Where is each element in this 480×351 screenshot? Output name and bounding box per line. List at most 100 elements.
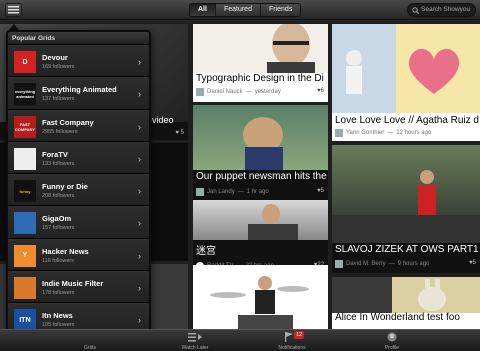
tab-label: Profile [384,345,400,351]
chevron-right-icon: › [138,89,141,100]
video-title: 迷宫 [196,246,216,257]
post-time: yesterday [254,89,281,95]
video-meta: Daniel Nauck — yesterday [196,88,281,96]
video-card[interactable]: Love Love Love // Agatha Ruiz d Yann Gon… [332,24,480,141]
popular-grid-item[interactable]: GigaOm 157 followers › [8,206,149,239]
follower-count: 178 followers [42,290,75,297]
segment-friends[interactable]: Friends [259,4,301,16]
popular-grid-item[interactable]: funny Funny or Die 208 followers › [8,174,149,207]
follower-count: 208 followers [42,193,75,200]
grid-name: ForaTV [42,149,68,159]
tab-label: Grids [84,345,96,351]
like-count: ♥5 [317,188,324,194]
chevron-right-icon: › [138,218,141,229]
follower-count: 133 followers [42,160,75,167]
post-time: 12 hours ago [396,130,432,136]
segment-featured[interactable]: Featured [214,4,260,16]
avatar [335,129,343,137]
filter-segmented-control: All Featured Friends [189,3,302,17]
watch-later-icon [188,333,202,342]
search-input[interactable]: Search Showyou [407,3,476,17]
indie-music-filter-logo-icon [14,277,36,300]
profile-icon [387,332,397,342]
everything-animated-logo-icon: everything animated [14,83,36,106]
author-name: Yann Gonthier [346,130,385,136]
popular-grid-item[interactable]: FAST COMPANY Fast Company 2955 followers › [8,109,149,142]
avatar [196,188,204,196]
follower-count: 105 followers [42,322,75,329]
post-time: 1 hr ago [246,189,269,195]
chevron-right-icon: › [138,121,141,132]
grid-name: Hacker News [42,246,89,256]
heart-thumbnail-icon [332,24,460,113]
notification-badge: 12 [294,331,305,339]
follower-count: 157 followers [42,225,75,232]
video-thumbnail [193,24,328,73]
video-thumbnail [193,200,328,240]
chevron-right-icon: › [138,57,141,67]
puppet-thumbnail-icon [243,117,283,170]
gigaom-logo-icon [14,212,36,235]
popular-grid-item[interactable]: everything animated Everything Animated 13… [8,77,149,110]
grid-name: Indie Music Filter [42,279,104,289]
top-bar: All Featured Friends Search Showyou [0,0,480,20]
video-card[interactable]: Alice In Wonderland test foo [332,277,480,329]
search-icon [412,7,419,14]
drummer-thumbnail-icon [210,276,309,329]
tab-label: Notifications [278,345,306,351]
grid-name: Devour [42,53,68,62]
grid-name: GigaOm [42,214,72,224]
list-icon [8,6,19,14]
video-thumbnail [332,145,480,243]
follower-count: 169 followers [42,64,75,70]
grid-name: Fast Company [42,117,94,127]
author-name: Daniel Nauck [207,89,243,95]
video-card[interactable]: Typographic Design in the Di Daniel Nauc… [193,24,328,102]
grid-menu-button[interactable] [5,3,22,17]
foratv-logo-icon [14,147,36,170]
video-card[interactable] [193,265,328,329]
chevron-right-icon: › [138,250,141,261]
avatar [335,260,343,268]
search-placeholder: Search Showyou [421,6,471,13]
person-thumbnail-icon [267,24,315,73]
like-count: ♥5 [469,260,476,266]
tab-watch-later[interactable]: Watch Later [165,330,225,351]
segment-all[interactable]: All [190,4,215,16]
video-card[interactable]: Our puppet newsman hits the Jan Landy — … [193,105,328,259]
like-count: ♥ 5 [175,130,184,136]
video-title: Alice In Wonderland test foo [335,312,460,323]
video-title: video [152,115,174,125]
post-time: 9 hours ago [397,261,430,267]
tab-notifications[interactable]: 12 Notifications [262,330,322,351]
popover-header: Popular Grids [8,32,149,45]
video-title: Love Love Love // Agatha Ruiz d [335,115,479,126]
video-title: SLAVOJ ZIZEK AT OWS PART1 [335,244,479,255]
grid-name: Everything Animated [42,85,117,95]
tab-grids[interactable]: Grids [60,330,120,351]
avatar [196,88,204,96]
popular-grid-item[interactable]: D Devour 169 followers › [8,45,149,78]
devour-logo-icon: D [14,51,36,73]
video-card[interactable]: SLAVOJ ZIZEK AT OWS PART1 David M. Berry… [332,145,480,273]
follower-count: 2955 followers [42,128,78,135]
author-name: David M. Berry [346,261,386,267]
grid-name: Funny or Die [42,182,88,192]
video-title: Our puppet newsman hits the [196,171,327,182]
man-thumbnail-icon [248,204,298,240]
hacker-news-logo-icon: Y [14,244,36,267]
flag-icon [285,332,293,342]
grid-name: Itn News [42,311,73,321]
video-thumbnail [332,24,480,113]
fast-company-logo-icon: FAST COMPANY [14,115,36,138]
like-count: ♥6 [317,88,324,94]
popular-grid-item[interactable]: ForaTV 133 followers › [8,141,149,175]
popular-grid-item[interactable]: Y Hacker News 116 followers › [8,238,149,272]
popular-grid-item[interactable]: Indie Music Filter 178 followers › [8,271,149,304]
author-name: Jan Landy [207,189,235,195]
video-thumbnail [193,265,328,329]
popular-grids-list: D Devour 169 followers › everything animated… [8,45,149,332]
video-thumbnail [332,277,480,313]
tab-profile[interactable]: Profile [362,330,422,351]
chevron-right-icon: › [138,283,141,294]
